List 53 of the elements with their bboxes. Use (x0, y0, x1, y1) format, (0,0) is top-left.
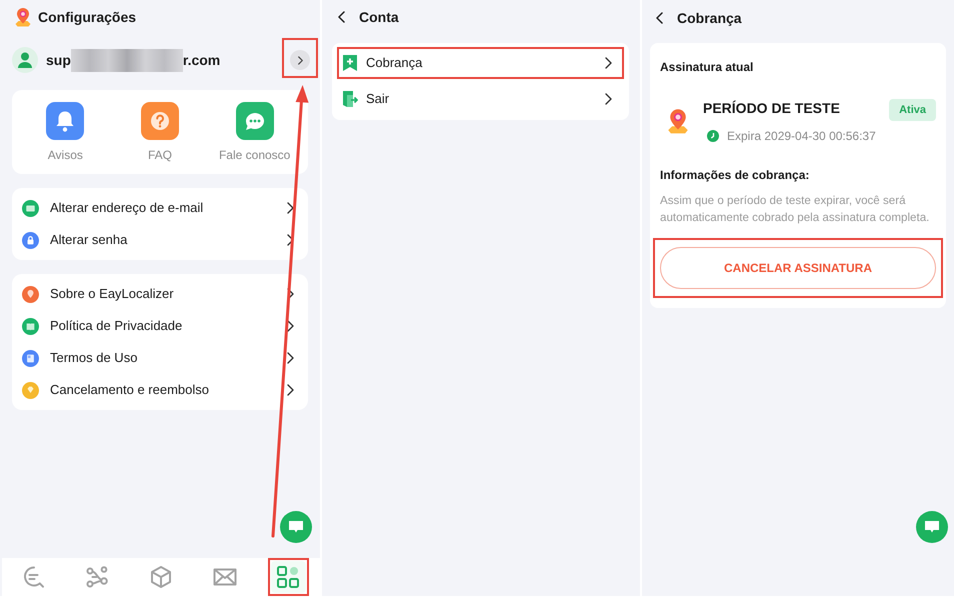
chevron-right-icon (287, 234, 294, 246)
chevron-right-icon (287, 202, 294, 214)
chat-bubble-icon (924, 520, 940, 534)
chat-button[interactable] (280, 511, 312, 543)
envelope-icon (22, 200, 39, 216)
location-pin-icon (666, 108, 690, 134)
lock-icon (22, 232, 39, 248)
plan-name: PERÍODO DE TESTE (703, 100, 841, 116)
chat-bubble-icon (236, 102, 274, 140)
section-title: Informações de cobrança: (660, 168, 810, 182)
document-icon (22, 350, 39, 366)
status-badge: Ativa (889, 99, 936, 121)
menu-item[interactable]: Alterar endereço de e-mail (12, 192, 308, 224)
cube-icon (148, 565, 173, 589)
location-pin-icon (14, 7, 32, 27)
menu-item[interactable]: Sair (337, 83, 624, 115)
screen-title: Configurações (38, 8, 136, 27)
chat-bubble-icon (288, 520, 304, 534)
chevron-right-icon (287, 352, 294, 364)
expiry-text: Expira 2029-04-30 00:56:37 (727, 129, 876, 143)
chevron-right-icon (298, 56, 302, 64)
email-end-text: r.com (182, 50, 220, 70)
question-mark-icon (140, 102, 179, 140)
chat-button[interactable] (916, 511, 948, 543)
nodes-icon (85, 565, 110, 589)
email-start-text: sup (46, 50, 71, 70)
screen-title: Cobrança (677, 8, 742, 28)
menu-item[interactable]: Cobrança (337, 47, 624, 79)
menu-item[interactable]: Sobre o EayLocalizer (12, 278, 308, 310)
menu-item[interactable]: Alterar senha (12, 224, 308, 256)
chevron-right-icon (287, 288, 294, 300)
back-icon[interactable] (656, 12, 663, 24)
billing-info-text: Assim que o período de teste expirar, você será automaticamente cobrado pela assinatura completa. (660, 193, 930, 226)
chevron-right-icon (287, 320, 294, 332)
clock-icon (707, 130, 719, 142)
back-icon[interactable] (338, 11, 345, 23)
menu-item[interactable]: Termos de Uso (12, 342, 308, 374)
menu-item[interactable]: Política de Privacidade (12, 310, 308, 342)
bookmark-plus-icon (342, 54, 358, 72)
location-pin-icon (22, 286, 39, 302)
exit-door-icon (342, 90, 358, 108)
chat-bubble-icon (22, 565, 46, 589)
bell-icon (46, 102, 84, 140)
menu-item[interactable]: Cancelamento e reembolso (12, 374, 308, 406)
chevron-right-icon (287, 384, 294, 396)
chevron-right-icon (605, 57, 612, 69)
profile-chevron-button[interactable] (290, 50, 310, 70)
grid-icon (276, 565, 300, 589)
screen-title: Conta (359, 8, 399, 26)
avatar-icon (12, 47, 38, 73)
book-icon (22, 318, 39, 334)
section-title: Assinatura atual (660, 60, 754, 74)
chevron-right-icon (605, 93, 612, 105)
